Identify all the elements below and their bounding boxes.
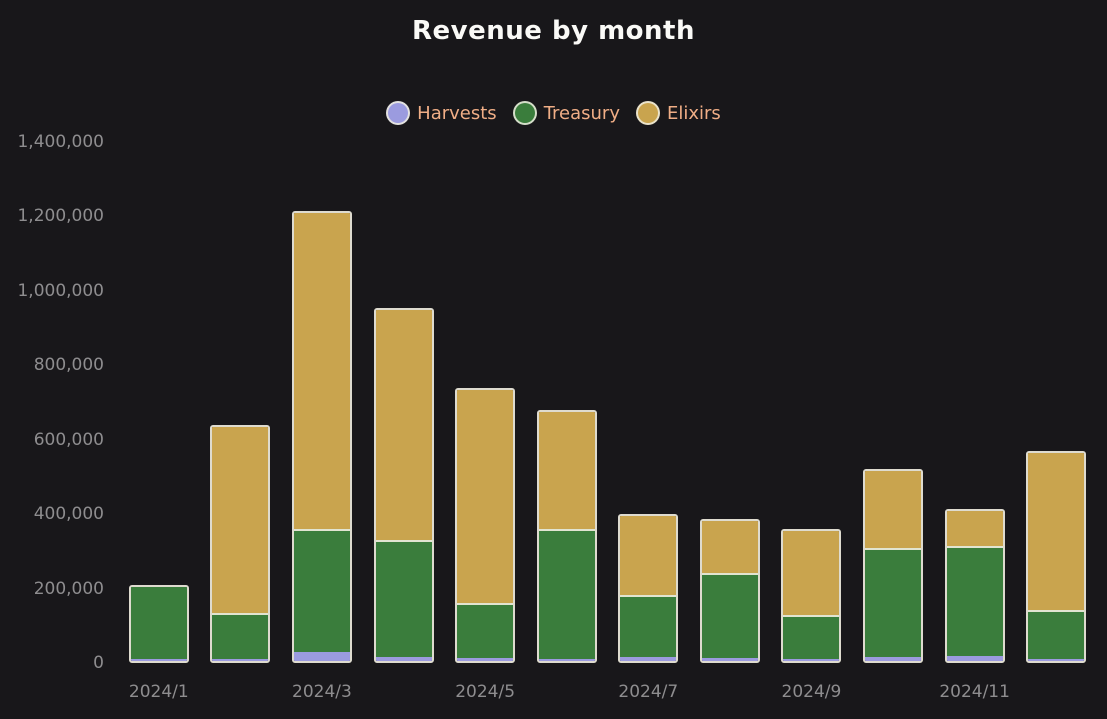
- bar-2024-10[interactable]: [863, 469, 923, 663]
- bar-2024-11[interactable]: [945, 509, 1005, 663]
- bar-segment-elixirs[interactable]: [1028, 451, 1084, 610]
- bar-segment-treasury[interactable]: [294, 529, 350, 652]
- y-axis-tick-label: 1,400,000: [0, 132, 104, 152]
- bar-2024-12[interactable]: [1026, 451, 1086, 663]
- bar-segment-elixirs[interactable]: [457, 388, 513, 603]
- legend-item-elixirs[interactable]: Elixirs: [636, 101, 721, 125]
- bar-segment-elixirs[interactable]: [376, 308, 432, 540]
- bar-segment-elixirs[interactable]: [865, 469, 921, 548]
- x-axis-tick-label: 2024/9: [751, 682, 871, 702]
- legend-item-harvests[interactable]: Harvests: [386, 101, 497, 125]
- y-axis-tick-label: 800,000: [0, 355, 104, 375]
- x-axis-tick-label: 2024/1: [99, 682, 219, 702]
- bar-segment-elixirs[interactable]: [620, 514, 676, 595]
- bar-segment-harvests[interactable]: [131, 659, 187, 661]
- bar-2024-6[interactable]: [537, 410, 597, 663]
- bar-segment-harvests[interactable]: [620, 657, 676, 661]
- legend-swatch-icon: [636, 101, 660, 125]
- bar-2024-5[interactable]: [455, 388, 515, 663]
- bar-segment-harvests[interactable]: [539, 659, 595, 661]
- bar-segment-harvests[interactable]: [457, 658, 513, 661]
- bar-segment-treasury[interactable]: [376, 540, 432, 657]
- bar-segment-treasury[interactable]: [620, 595, 676, 658]
- y-axis-tick-label: 0: [0, 653, 104, 673]
- revenue-chart: Revenue by month Harvests Treasury Elixirs…: [0, 0, 1107, 719]
- bar-2024-9[interactable]: [781, 529, 841, 663]
- bar-segment-harvests[interactable]: [294, 652, 350, 661]
- plot-area: [118, 142, 1097, 663]
- bar-segment-harvests[interactable]: [947, 656, 1003, 661]
- bar-segment-harvests[interactable]: [865, 657, 921, 661]
- legend-label: Harvests: [417, 103, 497, 124]
- bar-2024-4[interactable]: [374, 308, 434, 663]
- y-axis-tick-label: 400,000: [0, 504, 104, 524]
- legend-swatch-icon: [386, 101, 410, 125]
- legend-label: Treasury: [544, 103, 620, 124]
- bar-segment-elixirs[interactable]: [947, 509, 1003, 546]
- legend-item-treasury[interactable]: Treasury: [513, 101, 620, 125]
- bar-segment-treasury[interactable]: [783, 615, 839, 659]
- bar-segment-harvests[interactable]: [1028, 659, 1084, 661]
- y-axis-tick-label: 600,000: [0, 430, 104, 450]
- bar-segment-treasury[interactable]: [539, 529, 595, 659]
- x-axis-tick-label: 2024/3: [262, 682, 382, 702]
- legend-label: Elixirs: [667, 103, 721, 124]
- x-axis-tick-label: 2024/5: [425, 682, 545, 702]
- y-axis-tick-label: 200,000: [0, 579, 104, 599]
- bar-2024-7[interactable]: [618, 514, 678, 663]
- bar-2024-2[interactable]: [210, 425, 270, 663]
- legend-swatch-icon: [513, 101, 537, 125]
- bar-segment-treasury[interactable]: [1028, 610, 1084, 659]
- x-axis-tick-label: 2024/7: [588, 682, 708, 702]
- bar-segment-harvests[interactable]: [783, 659, 839, 661]
- y-axis-tick-label: 1,200,000: [0, 206, 104, 226]
- chart-legend: Harvests Treasury Elixirs: [0, 101, 1107, 125]
- bar-segment-harvests[interactable]: [702, 658, 758, 661]
- bar-segment-elixirs[interactable]: [783, 529, 839, 615]
- chart-title: Revenue by month: [0, 16, 1107, 46]
- x-axis-tick-label: 2024/11: [915, 682, 1035, 702]
- bar-segment-treasury[interactable]: [457, 603, 513, 658]
- bar-segment-treasury[interactable]: [947, 546, 1003, 657]
- bar-segment-elixirs[interactable]: [212, 425, 268, 613]
- bar-segment-elixirs[interactable]: [294, 211, 350, 529]
- y-axis-tick-label: 1,000,000: [0, 281, 104, 301]
- bar-segment-elixirs[interactable]: [702, 519, 758, 573]
- bar-2024-8[interactable]: [700, 519, 760, 663]
- bar-segment-harvests[interactable]: [212, 659, 268, 661]
- bar-segment-treasury[interactable]: [212, 613, 268, 660]
- bar-2024-1[interactable]: [129, 585, 189, 663]
- bar-segment-treasury[interactable]: [865, 548, 921, 658]
- bar-segment-treasury[interactable]: [131, 585, 187, 659]
- bar-2024-3[interactable]: [292, 211, 352, 663]
- bar-segment-harvests[interactable]: [376, 657, 432, 661]
- bar-segment-treasury[interactable]: [702, 573, 758, 658]
- bar-segment-elixirs[interactable]: [539, 410, 595, 529]
